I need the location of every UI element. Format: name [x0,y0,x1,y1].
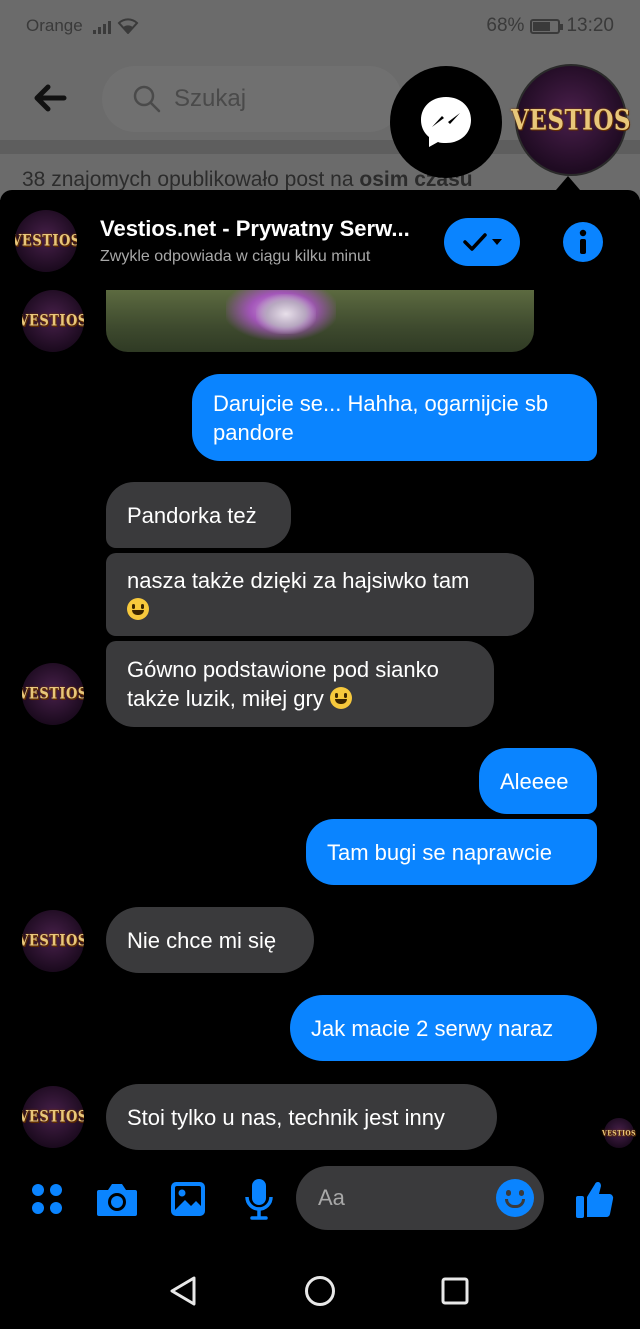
chevron-down-icon [492,239,502,245]
message-bubble-incoming[interactable]: Gówno podstawione pod sianko także luzik… [106,641,494,727]
message-bubble-outgoing[interactable]: Aleeee [479,748,597,814]
search-icon [133,85,161,113]
seen-indicator-avatar: VESTIOS [602,1118,635,1148]
checkmark-icon [463,233,487,251]
sender-avatar[interactable]: VESTIOS [22,663,84,725]
back-nav-button[interactable] [158,1266,208,1316]
voice-button[interactable] [234,1174,284,1224]
thumbs-up-icon [576,1181,614,1218]
signal-icon [92,18,111,34]
battery-percent: 68% [486,15,525,36]
message-input[interactable]: Aa [296,1166,544,1230]
conversation-title[interactable]: Vestios.net - Prywatny Serw... [100,216,410,242]
clock: 13:20 [566,15,614,36]
home-nav-button[interactable] [295,1266,345,1316]
composer: Aa [0,1166,640,1252]
grinning-face-emoji [329,687,352,709]
sender-avatar[interactable]: VESTIOS [22,290,84,352]
circle-home-icon [305,1276,335,1306]
system-navigation-bar [0,1252,640,1329]
emoji-icon[interactable] [496,1179,534,1217]
message-bubble-outgoing[interactable]: Darujcie se... Hahha, ogarnijcie sb pand… [192,374,597,461]
gallery-icon [171,1182,205,1216]
message-bubble-incoming[interactable]: nasza także dzięki za hajsiwko tam [106,553,534,636]
message-bubble-outgoing[interactable]: Jak macie 2 serwy naraz [290,995,597,1061]
chat-panel: VESTIOS Vestios.net - Prywatny Serw... Z… [0,190,640,1252]
microphone-icon [245,1179,273,1220]
feed-post-line: 38 znajomych opublikowało post na osim c… [22,168,473,191]
response-time: Zwykle odpowiada w ciągu kilku minut [100,248,371,265]
message-bubble-incoming[interactable]: Stoi tylko u nas, technik jest inny [106,1084,497,1150]
chathead-caret [556,176,580,190]
carrier-name: Orange [26,16,83,35]
vestios-chathead[interactable]: VESTIOS [511,64,631,176]
wifi-icon [117,18,139,34]
triangle-back-icon [170,1276,196,1306]
info-icon [579,229,587,254]
search-placeholder: Szukaj [174,85,247,112]
vestios-logo: VESTIOS [511,103,632,137]
sender-avatar[interactable]: VESTIOS [22,1086,84,1148]
info-button[interactable] [563,222,603,262]
header-avatar[interactable]: VESTIOS [15,210,77,272]
message-bubble-outgoing[interactable]: Tam bugi se naprawcie [306,819,597,885]
more-actions-button[interactable] [22,1174,72,1224]
messenger-chathead[interactable] [390,66,502,178]
mark-done-button[interactable] [444,218,520,266]
square-recents-icon [441,1277,469,1305]
grinning-face-emoji [127,597,149,620]
message-bubble-incoming[interactable]: Nie chce mi się [106,907,314,973]
camera-icon [97,1184,137,1216]
sender-avatar[interactable]: VESTIOS [22,910,84,972]
like-button[interactable] [570,1174,620,1224]
chat-header: VESTIOS Vestios.net - Prywatny Serw... Z… [0,190,640,290]
menu-dots-icon [32,1184,62,1214]
search-bar[interactable]: Szukaj [102,66,402,132]
messenger-icon [421,97,471,147]
image-message[interactable] [106,290,534,352]
message-placeholder: Aa [318,1185,345,1210]
back-arrow-icon[interactable] [30,80,70,116]
status-bar: Orange 68% 13:20 [0,0,640,52]
message-bubble-incoming[interactable]: Pandorka też [106,482,291,548]
battery-icon [530,18,564,34]
recents-nav-button[interactable] [430,1266,480,1316]
gallery-button[interactable] [163,1174,213,1224]
camera-button[interactable] [92,1174,142,1224]
